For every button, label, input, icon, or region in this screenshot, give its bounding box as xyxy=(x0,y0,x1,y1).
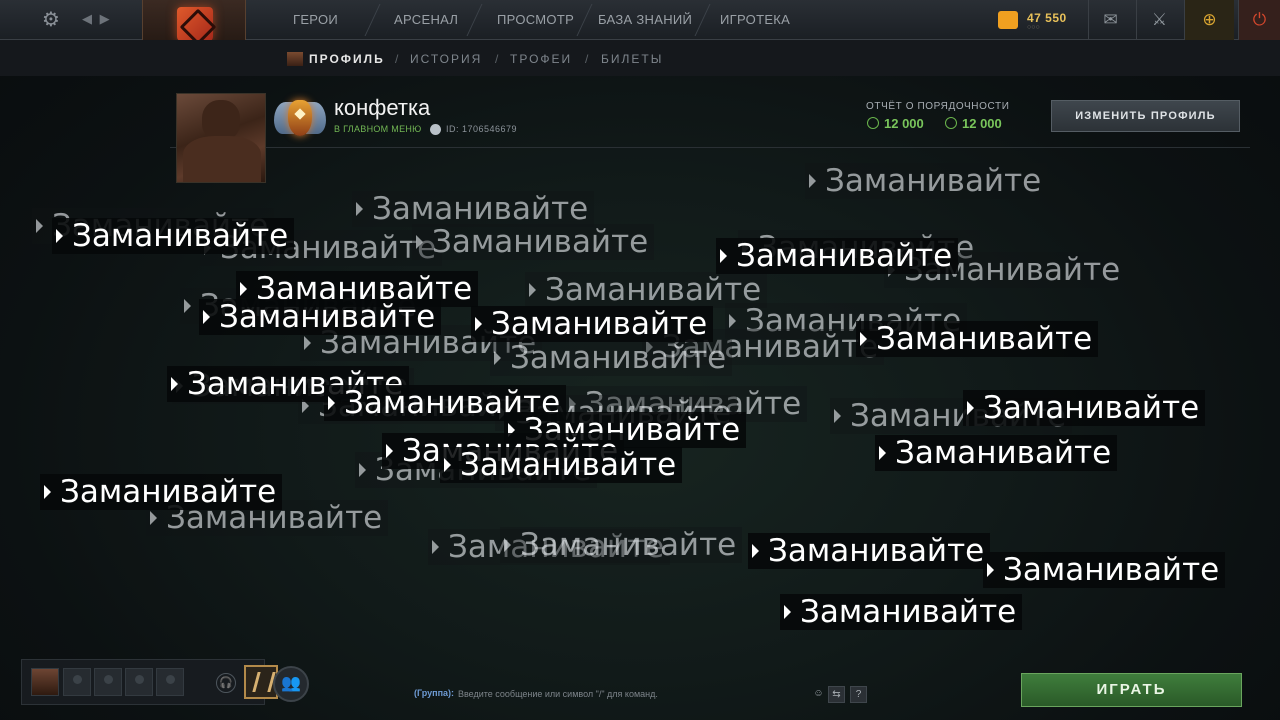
steam-icon xyxy=(430,124,441,135)
tab-tickets[interactable]: БИЛЕТЫ xyxy=(601,52,663,66)
spam-label: Заманивайте xyxy=(52,218,295,254)
profile-subnav: ПРОФИЛЬ / ИСТОРИЯ / ТРОФЕИ / БИЛЕТЫ xyxy=(0,40,1280,76)
nav-watch[interactable]: ПРОСМОТР xyxy=(497,12,574,27)
nav-separator xyxy=(466,4,483,36)
rank-medal-icon[interactable] xyxy=(272,88,328,150)
plus-icon: ⊕ xyxy=(1202,10,1217,29)
conduct-report-label[interactable]: ОТЧЁТ О ПОРЯДОЧНОСТИ xyxy=(866,101,1010,112)
spam-label: Заманивайте xyxy=(875,435,1118,471)
player-id: ID: 1706546679 xyxy=(446,124,518,134)
shards-count: 47 550 xyxy=(1027,11,1067,25)
chat-channel-label[interactable]: (Группа): xyxy=(414,688,454,698)
spam-label: Заманивайте xyxy=(40,474,283,510)
party-slot-self[interactable] xyxy=(31,668,59,696)
spam-label: Заманивайте xyxy=(471,306,714,342)
party-bar: 🎧 xyxy=(21,659,278,705)
spam-label: Заманивайте xyxy=(440,447,683,483)
spam-label: Заманивайте xyxy=(490,340,733,376)
group-finder-button[interactable]: 👥 xyxy=(273,666,309,702)
spam-label: Заманивайте xyxy=(805,163,1048,199)
nav-knowledge-base[interactable]: БАЗА ЗНАНИЙ xyxy=(598,12,692,27)
headset-icon[interactable]: 🎧 xyxy=(216,673,236,693)
party-slot-empty[interactable] xyxy=(94,668,122,696)
help-button[interactable]: ? xyxy=(850,686,867,703)
party-slot-empty[interactable] xyxy=(63,668,91,696)
armory-button[interactable]: ⚔ xyxy=(1136,0,1182,40)
conduct-score-primary: 12 000 xyxy=(884,116,924,131)
dota-logo-icon xyxy=(177,7,213,41)
spam-label: Заманивайте xyxy=(412,224,655,260)
tab-history[interactable]: ИСТОРИЯ xyxy=(410,52,482,66)
chat-input[interactable] xyxy=(458,684,810,704)
chat-options-icon[interactable]: ⇆ xyxy=(828,686,845,703)
subnav-separator: / xyxy=(585,52,589,66)
spam-label: Заманивайте xyxy=(748,533,991,569)
spam-label: Заманивайте xyxy=(780,594,1023,630)
spam-label: Заманивайте xyxy=(856,321,1099,357)
exit-button[interactable]: ⏻ xyxy=(1238,0,1280,40)
nav-separator xyxy=(364,4,381,36)
nav-arcade[interactable]: ИГРОТЕКА xyxy=(720,12,790,27)
nav-heroes[interactable]: ГЕРОИ xyxy=(293,12,338,27)
party-slot-empty[interactable] xyxy=(156,668,184,696)
spam-label: Заманивайте xyxy=(352,191,595,227)
top-bar: ⚙ ◀ ▶ ГЕРОИ АРСЕНАЛ ПРОСМОТР БАЗА ЗНАНИЙ… xyxy=(0,0,1280,48)
player-name: конфетка xyxy=(334,95,431,120)
smile-icon xyxy=(945,117,957,129)
gear-icon[interactable]: ⚙ xyxy=(40,9,62,31)
armory-icon: ⚔ xyxy=(1151,10,1168,29)
mail-button[interactable]: ✉ xyxy=(1088,0,1132,40)
power-icon: ⏻ xyxy=(1252,10,1267,29)
back-forward-arrows[interactable]: ◀ ▶ xyxy=(82,11,112,27)
nav-arsenal[interactable]: АРСЕНАЛ xyxy=(394,12,458,27)
spam-label: Заманивайте xyxy=(199,299,442,335)
mail-icon: ✉ xyxy=(1103,10,1118,29)
shards-subinfo: ○○○ xyxy=(1027,24,1040,31)
spam-label: Заманивайте xyxy=(963,390,1206,426)
dota-plus-button[interactable]: ⊕ xyxy=(1184,0,1234,40)
tab-profile[interactable]: ПРОФИЛЬ xyxy=(309,52,385,66)
tab-trophies[interactable]: ТРОФЕИ xyxy=(510,52,572,66)
player-status: В ГЛАВНОМ МЕНЮ xyxy=(334,124,422,134)
spam-label: Заманивайте xyxy=(716,238,959,274)
shards-icon xyxy=(998,11,1018,29)
emoticon-icon[interactable]: ☺ xyxy=(810,686,827,703)
party-slot-empty[interactable] xyxy=(125,668,153,696)
smile-icon xyxy=(867,117,879,129)
spam-label: Заманивайте xyxy=(500,527,743,563)
edit-profile-button[interactable]: ИЗМЕНИТЬ ПРОФИЛЬ xyxy=(1051,100,1240,132)
spam-label: Заманивайте xyxy=(983,552,1226,588)
nav-separator xyxy=(694,4,711,36)
avatar[interactable] xyxy=(176,93,266,183)
conduct-score-secondary: 12 000 xyxy=(962,116,1002,131)
group-icon: 👥 xyxy=(281,675,301,692)
chat-bar: (Группа): ☺ ⇆ ? xyxy=(410,683,870,705)
subnav-separator: / xyxy=(495,52,499,66)
mini-avatar xyxy=(287,52,303,66)
play-button[interactable]: ИГРАТЬ xyxy=(1021,673,1242,707)
subnav-separator: / xyxy=(395,52,399,66)
nav-separator xyxy=(576,4,593,36)
